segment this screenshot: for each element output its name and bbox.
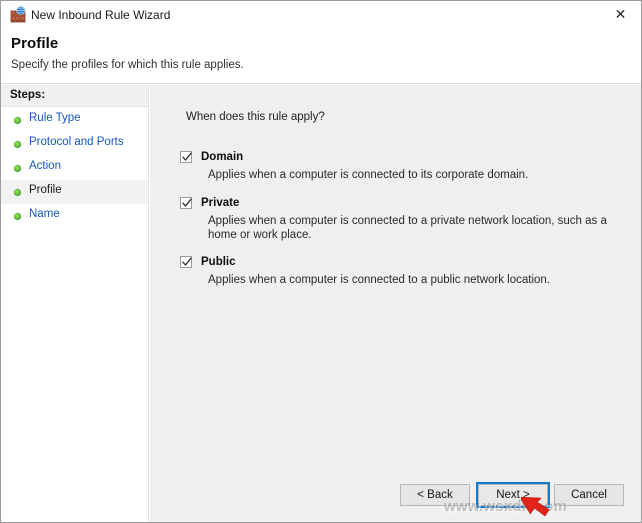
cancel-button[interactable]: Cancel [554, 484, 624, 506]
option-label-domain: Domain [201, 150, 244, 163]
close-button[interactable]: ✕ [598, 1, 641, 29]
page-title: Profile [11, 35, 59, 52]
wizard-window: New Inbound Rule Wizard ✕ Profile Specif… [0, 0, 642, 523]
option-head-private: Private [180, 194, 620, 211]
option-label-private: Private [201, 196, 240, 209]
sidebar-item-label: Protocol and Ports [29, 136, 124, 148]
page-subtitle: Specify the profiles for which this rule… [11, 59, 244, 71]
steps-list: Rule Type Protocol and Ports Action Prof… [1, 108, 148, 228]
option-description-public: Applies when a computer is connected to … [208, 274, 551, 286]
option-description-private: Applies when a computer is connected to … [208, 215, 607, 241]
window-title: New Inbound Rule Wizard [31, 8, 171, 22]
wizard-header: Profile Specify the profiles for which t… [1, 30, 641, 84]
sidebar-item-profile[interactable]: Profile [1, 180, 148, 204]
profile-options-group: Domain Applies when a computer is connec… [180, 148, 620, 287]
checkbox-public[interactable] [180, 255, 192, 268]
step-bullet-icon [14, 213, 21, 220]
sidebar-item-label: Name [29, 208, 60, 220]
wizard-button-bar: < Back Next > Cancel [150, 470, 641, 522]
option-head-public: Public [180, 253, 620, 270]
content-panel: When does this rule apply? Domain Applie… [150, 85, 641, 522]
option-row-domain: Domain Applies when a computer is connec… [180, 148, 620, 182]
steps-header: Steps: [1, 85, 148, 107]
option-row-public: Public Applies when a computer is connec… [180, 253, 620, 287]
step-bullet-icon [14, 165, 21, 172]
checkbox-domain[interactable] [180, 150, 192, 163]
steps-sidebar: Steps: Rule Type Protocol and Ports Acti… [1, 85, 149, 522]
option-label-public: Public [201, 255, 236, 268]
sidebar-item-name[interactable]: Name [1, 204, 148, 228]
back-button[interactable]: < Back [400, 484, 470, 506]
firewall-brickwall-globe-icon [9, 6, 27, 24]
sidebar-item-label: Action [29, 160, 61, 172]
step-bullet-icon [14, 141, 21, 148]
step-bullet-icon [14, 117, 21, 124]
option-head-domain: Domain [180, 148, 620, 165]
next-button[interactable]: Next > [476, 482, 550, 508]
checkmark-icon [182, 257, 192, 266]
sidebar-item-label: Rule Type [29, 112, 81, 124]
checkmark-icon [182, 152, 192, 161]
option-description-domain: Applies when a computer is connected to … [208, 169, 529, 181]
sidebar-item-protocol-and-ports[interactable]: Protocol and Ports [1, 132, 148, 156]
option-row-private: Private Applies when a computer is conne… [180, 194, 620, 242]
step-bullet-icon [14, 189, 21, 196]
content-question: When does this rule apply? [186, 111, 325, 123]
checkbox-private[interactable] [180, 196, 192, 209]
close-icon: ✕ [614, 7, 627, 23]
steps-heading: Steps: [10, 89, 46, 101]
checkmark-icon [182, 198, 192, 207]
sidebar-item-label: Profile [29, 184, 62, 196]
sidebar-item-rule-type[interactable]: Rule Type [1, 108, 148, 132]
title-bar: New Inbound Rule Wizard ✕ [1, 1, 641, 30]
sidebar-item-action[interactable]: Action [1, 156, 148, 180]
